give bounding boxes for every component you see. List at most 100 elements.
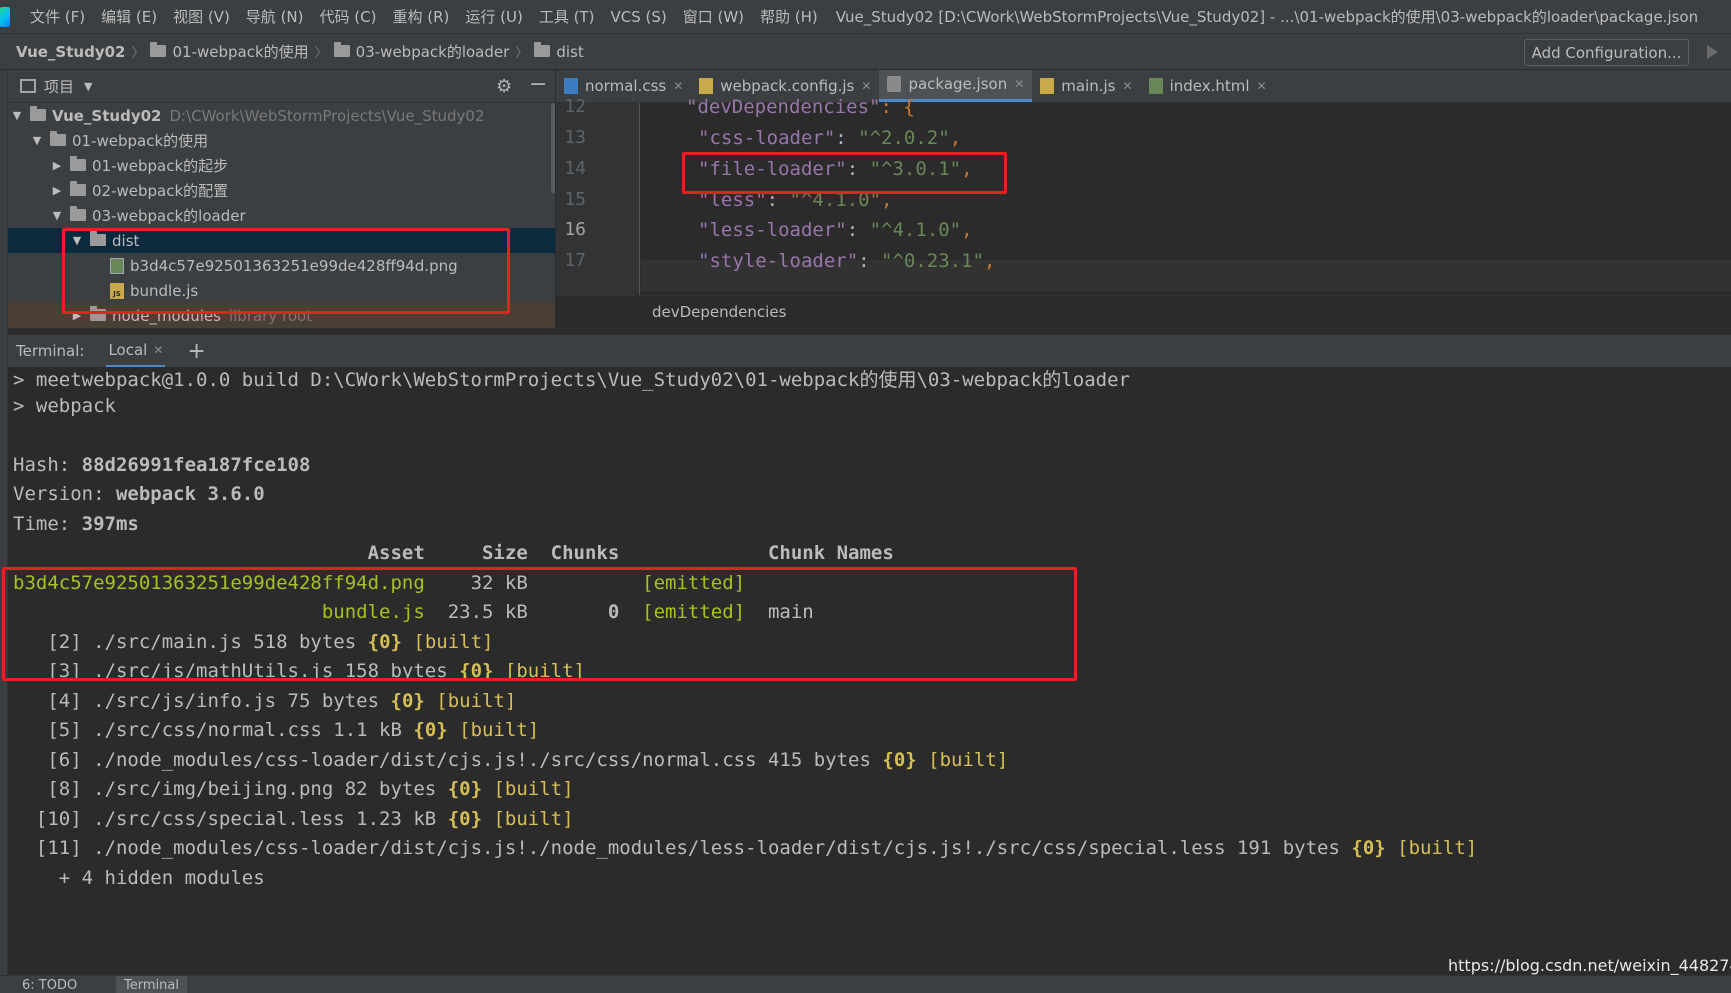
menu-code[interactable]: 代码 (C) [312,6,385,27]
folder-icon [70,155,86,171]
css-file-icon [564,77,578,94]
json-value: "^4.1.0" [869,219,962,241]
breadcrumb-project[interactable]: Vue_Study02 [16,43,125,61]
left-tool-strip [0,70,8,975]
module-id: [11] [13,837,94,859]
tab-index-html[interactable]: index.html ✕ [1141,70,1275,102]
tree-item-folder[interactable]: ▼ 03-webpack的loader [8,203,555,228]
breadcrumb-folder-2[interactable]: 03-webpack的loader [333,41,509,62]
code-line-13[interactable]: "css-loader": "^2.0.2", [698,127,961,149]
editor-breadcrumb[interactable]: devDependencies [652,303,786,321]
folder-icon [30,105,46,121]
add-configuration-button[interactable]: Add Configuration... [1524,39,1689,66]
new-terminal-icon[interactable]: + [187,339,205,364]
todo-tab-label: 6: TODO [22,978,78,993]
tree-item-label: 02-webpack的配置 [92,182,229,200]
run-icon[interactable] [1707,45,1718,59]
version-value: webpack 3.6.0 [115,483,265,505]
breadcrumb-separator-icon: 〉 [314,46,328,61]
terminal-line-version: Version: webpack 3.6.0 [13,483,265,505]
tree-item-label: 01-webpack的使用 [72,132,209,150]
version-label: Version: [13,483,116,505]
close-icon[interactable]: ✕ [673,79,683,93]
module-status: [built] [482,808,574,830]
html-file-icon [1148,77,1163,94]
tree-item-label: Vue_Study02 [52,106,162,125]
folder-icon [534,41,551,57]
breadcrumb-folder-3[interactable]: dist [534,41,584,61]
collapsed-arrow-icon[interactable]: ▶ [50,159,64,172]
project-panel-header: 项目 ▼ ⚙ − [8,70,555,103]
tab-label: package.json [908,75,1008,93]
time-value: 397ms [81,513,139,535]
menu-bar: 文件 (F) 编辑 (E) 视图 (V) 导航 (N) 代码 (C) 重构 (R… [0,0,1731,33]
line-number: 13 [564,127,586,148]
tab-main-js[interactable]: main.js ✕ [1032,70,1140,102]
menu-run[interactable]: 运行 (U) [457,6,530,27]
line-number: 12 [564,96,586,117]
terminal-tool-tab[interactable]: Terminal [116,976,187,993]
js-file-icon [1040,77,1055,94]
menu-edit[interactable]: 编辑 (E) [93,6,165,27]
module-id: [8] [13,778,94,800]
module-chunk: {0} [413,719,448,741]
terminal-header: Terminal: Local ✕ + [8,334,1731,368]
gear-icon[interactable]: ⚙ [496,76,512,97]
highlight-box-assets [2,567,1077,681]
code-line-17[interactable]: "style-loader": "^0.23.1", [698,250,995,272]
status-bar: 6: TODO Terminal [0,975,1731,993]
module-path: ./src/img/beijing.png 82 bytes [93,778,448,800]
folder-icon [50,130,66,146]
close-icon[interactable]: ✕ [861,79,871,93]
project-panel-title[interactable]: 项目 [44,76,74,97]
tree-item-folder[interactable]: ▼ 01-webpack的使用 [8,128,555,153]
terminal-tab-local[interactable]: Local ✕ [106,335,166,368]
menu-file[interactable]: 文件 (F) [22,6,93,27]
todo-tab[interactable]: 6: TODO [22,978,77,993]
json-value: "^0.23.1" [881,250,984,272]
module-id: [10] [13,808,94,830]
watermark: https://blog.csdn.net/weixin_44827418 [1448,956,1731,975]
terminal-label: Terminal: [16,342,85,360]
close-icon[interactable]: ✕ [153,343,163,357]
module-row: [6] ./node_modules/css-loader/dist/cjs.j… [13,749,1008,771]
menu-view[interactable]: 视图 (V) [165,6,238,27]
tree-item-folder[interactable]: ▶ 01-webpack的起步 [8,153,555,178]
code-line-12[interactable]: "devDependencies": { [686,96,915,118]
menu-tools[interactable]: 工具 (T) [531,6,603,27]
module-id: [5] [13,719,94,741]
menu-refactor[interactable]: 重构 (R) [384,6,457,27]
tab-label: index.html [1169,76,1250,95]
editor-area: normal.css ✕ webpack.config.js ✕ package… [556,70,1731,328]
hide-panel-icon[interactable]: − [529,72,547,97]
close-icon[interactable]: ✕ [1257,79,1267,93]
tree-item-root[interactable]: ▼ Vue_Study02 D:\CWork\WebStormProjects\… [8,103,555,128]
menu-vcs[interactable]: VCS (S) [602,8,674,26]
expanded-arrow-icon[interactable]: ▼ [10,109,24,122]
collapsed-arrow-icon[interactable]: ▶ [50,184,64,197]
code-line-16[interactable]: "less-loader": "^4.1.0", [698,219,973,241]
menu-help[interactable]: 帮助 (H) [752,6,826,27]
expanded-arrow-icon[interactable]: ▼ [30,134,44,147]
close-icon[interactable]: ✕ [1014,77,1024,91]
tree-item-folder[interactable]: ▶ 02-webpack的配置 [8,178,555,203]
folder-icon [70,180,86,196]
line-number: 15 [564,189,586,210]
close-icon[interactable]: ✕ [1123,79,1133,93]
module-status: [built] [916,749,1009,771]
breadcrumb-folder-1[interactable]: 01-webpack的使用 [150,41,309,62]
webstorm-logo-icon [0,6,10,27]
breadcrumb-label: dist [556,42,584,61]
module-chunk: {0} [447,808,483,830]
tree-item-path: D:\CWork\WebStormProjects\Vue_Study02 [169,106,485,125]
window-title: Vue_Study02 [D:\CWork\WebStormProjects\V… [835,8,1699,26]
breadcrumb-separator-icon: 〉 [515,46,529,61]
menu-window[interactable]: 窗口 (W) [675,6,752,27]
project-scrollbar[interactable] [551,103,555,193]
expanded-arrow-icon[interactable]: ▼ [50,209,64,222]
module-id: [4] [13,690,94,712]
project-view-icon [20,79,36,93]
menu-navigate[interactable]: 导航 (N) [238,6,312,27]
json-punct: : { [880,96,915,118]
dropdown-caret-icon[interactable]: ▼ [84,80,92,93]
